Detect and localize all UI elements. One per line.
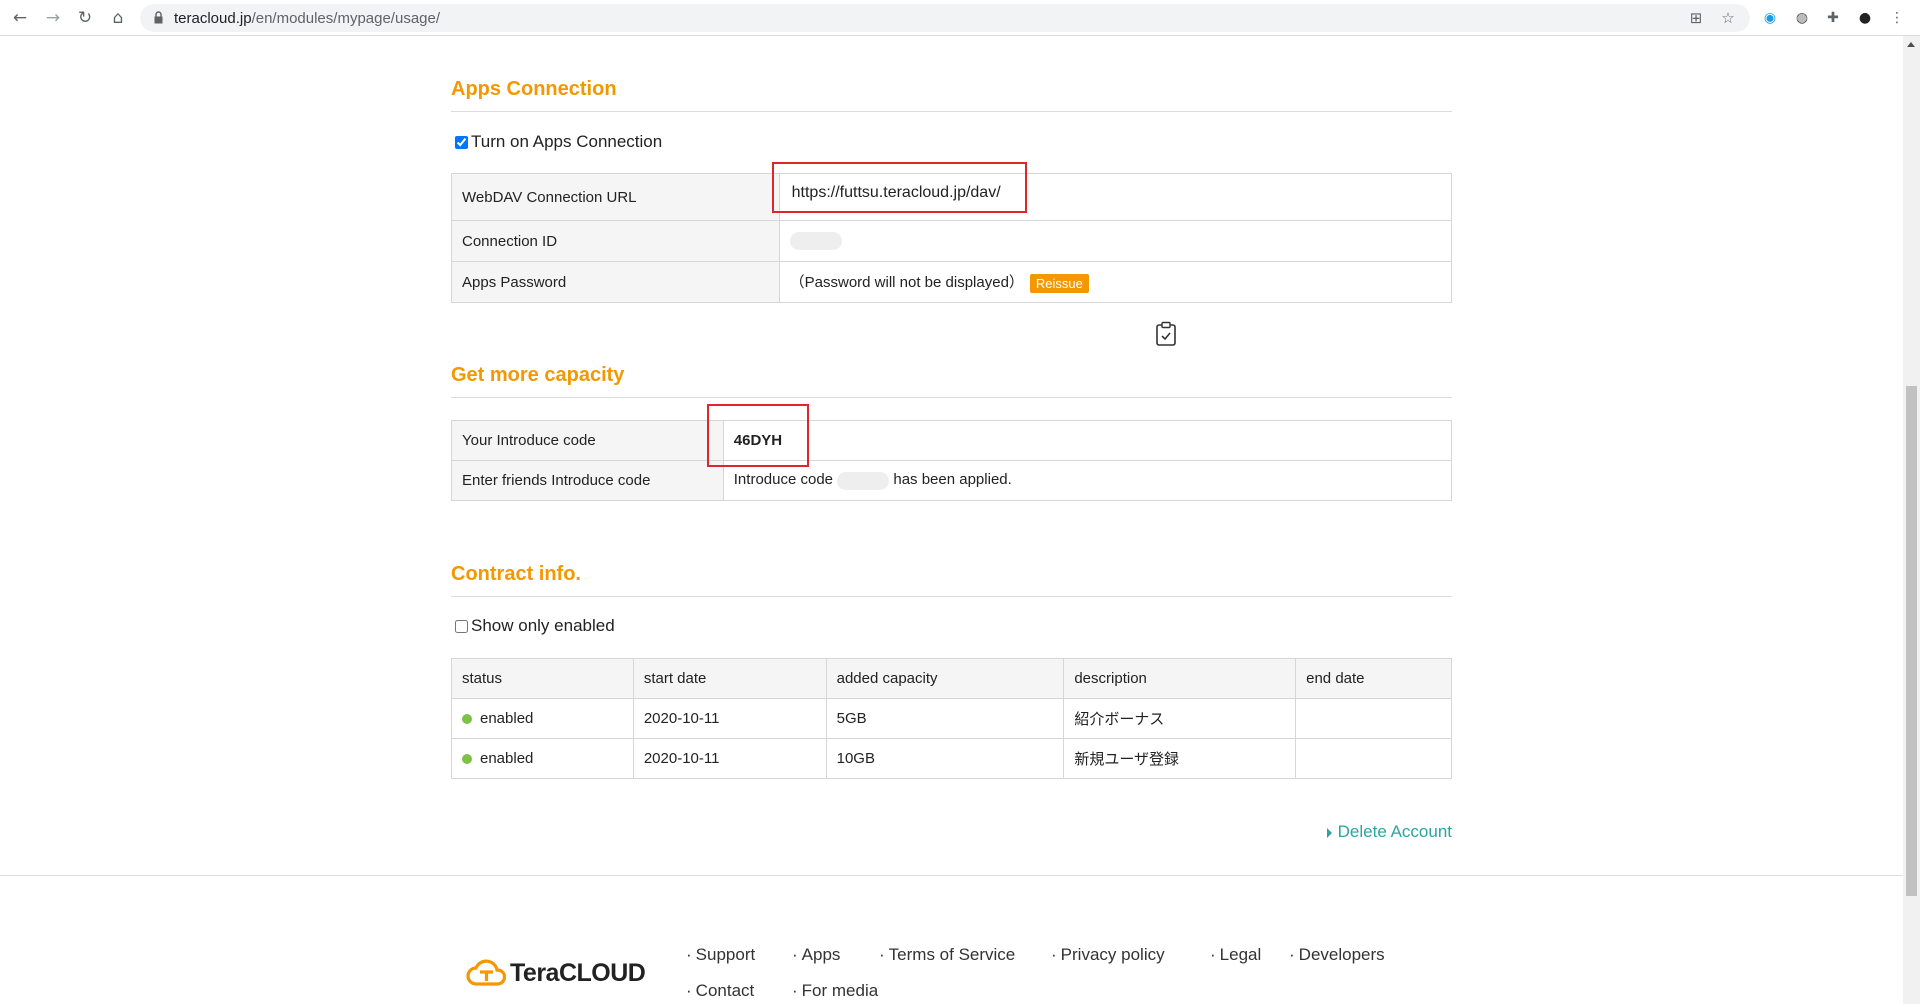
cloud-logo-icon <box>466 959 506 986</box>
redacted-friend-code <box>837 471 890 490</box>
apps-password-label: Apps Password <box>451 261 780 303</box>
page-scrollbar[interactable] <box>1903 36 1920 1004</box>
delete-account-label: Delete Account <box>1337 822 1452 841</box>
footer-link-label: Developers <box>1298 945 1385 964</box>
profile-avatar-icon[interactable]: ● <box>1855 8 1875 28</box>
capacity-table: Your Introduce code 46DYH Enter friends … <box>451 420 1453 501</box>
footer-link-terms[interactable]: · Terms of Service <box>879 945 1015 965</box>
footer-link-label: Support <box>695 945 756 964</box>
scroll-up-arrow-icon[interactable] <box>1907 42 1915 47</box>
column-header-status: status <box>451 658 634 699</box>
friends-code-label: Enter friends Introduce code <box>451 460 724 501</box>
extensions-puzzle-icon[interactable]: ✚ <box>1823 8 1843 28</box>
status-enabled-dot-icon <box>462 754 472 765</box>
footer-link-developers[interactable]: · Developers <box>1289 945 1385 965</box>
end-date-cell <box>1295 698 1452 739</box>
table-row: Enter friends Introduce code Introduce c… <box>451 460 1453 501</box>
introduce-code-label: Your Introduce code <box>451 420 724 461</box>
lock-icon <box>154 11 163 24</box>
table-row: Your Introduce code 46DYH <box>451 420 1453 461</box>
highlight-box-webdav-url <box>772 162 1027 213</box>
capacity-heading: Get more capacity <box>451 364 1452 398</box>
reload-icon[interactable]: ↻ <box>73 6 97 30</box>
apps-connection-checkbox[interactable] <box>455 135 468 149</box>
column-header-end-date: end date <box>1295 658 1452 699</box>
description-cell: 新規ユーザ登録 <box>1063 738 1297 779</box>
status-enabled-dot-icon <box>462 714 472 725</box>
status-cell: enabled <box>451 738 634 779</box>
show-only-enabled-label: Show only enabled <box>471 616 615 635</box>
bookmark-star-icon[interactable]: ☆ <box>1718 8 1738 28</box>
connection-id-label: Connection ID <box>451 220 780 262</box>
apps-password-value: （Password will not be displayed） <box>789 274 1024 292</box>
forward-icon[interactable]: → <box>41 6 65 30</box>
friends-code-prefix: Introduce code <box>733 471 834 489</box>
table-row: Apps Password （Password will not be disp… <box>451 261 1453 303</box>
added-capacity-cell: 5GB <box>825 698 1065 739</box>
contract-table: status start date added capacity descrip… <box>451 658 1452 779</box>
status-text: enabled <box>480 710 534 727</box>
status-cell: enabled <box>451 698 634 739</box>
table-header-row: status start date added capacity descrip… <box>451 658 1452 699</box>
contract-heading: Contract info. <box>451 563 1452 597</box>
footer-link-label: Apps <box>801 945 841 964</box>
footer-link-label: Terms of Service <box>888 945 1016 964</box>
footer-link-privacy[interactable]: · Privacy policy <box>1051 945 1165 965</box>
end-date-cell <box>1295 738 1452 779</box>
apps-connection-toggle[interactable]: Turn on Apps Connection <box>455 132 662 152</box>
back-icon[interactable]: ← <box>8 6 32 30</box>
browser-toolbar: ← → ↻ ⌂ teracloud.jp/en/modules/mypage/u… <box>0 0 1920 36</box>
extension-search-icon[interactable]: ◉ <box>1760 8 1780 28</box>
url-text: teracloud.jp/en/modules/mypage/usage/ <box>174 10 441 27</box>
friends-code-suffix: has been applied. <box>893 471 1012 489</box>
show-only-enabled-checkbox[interactable] <box>455 619 468 633</box>
scroll-thumb[interactable] <box>1906 386 1917 896</box>
footer-divider <box>0 875 1903 876</box>
apps-password-cell: （Password will not be displayed） Reissue <box>778 261 1453 303</box>
footer-link-apps[interactable]: · Apps <box>792 945 840 965</box>
footer-link-legal[interactable]: · Legal <box>1210 945 1261 965</box>
friends-code-cell: Introduce code has been applied. <box>722 460 1453 501</box>
footer-link-label: Privacy policy <box>1060 945 1165 964</box>
footer-link-contact[interactable]: · Contact <box>686 981 754 1001</box>
connection-id-value <box>778 220 1453 262</box>
home-icon[interactable]: ⌂ <box>106 6 130 30</box>
teracloud-logo[interactable]: TeraCLOUD <box>466 958 646 988</box>
table-row: Connection ID <box>451 220 1453 262</box>
redacted-connection-id <box>789 232 842 251</box>
footer-link-label: For media <box>801 981 879 1000</box>
delete-account-link[interactable]: Delete Account <box>1326 822 1452 842</box>
table-row: enabled 2020-10-11 10GB 新規ユーザ登録 <box>451 738 1452 779</box>
footer-link-for-media[interactable]: · For media <box>792 981 878 1001</box>
description-cell: 紹介ボーナス <box>1063 698 1297 739</box>
table-row: enabled 2020-10-11 5GB 紹介ボーナス <box>451 698 1452 739</box>
start-date-cell: 2020-10-11 <box>632 698 827 739</box>
apps-connection-toggle-label: Turn on Apps Connection <box>471 132 663 151</box>
webdav-url-label: WebDAV Connection URL <box>451 173 780 221</box>
address-bar[interactable]: teracloud.jp/en/modules/mypage/usage/ ⊞ … <box>140 4 1750 32</box>
apps-connection-heading: Apps Connection <box>451 78 1452 112</box>
reissue-button[interactable]: Reissue <box>1029 273 1089 293</box>
extension-globe-icon[interactable]: ◍ <box>1792 8 1812 28</box>
status-text: enabled <box>480 750 534 767</box>
added-capacity-cell: 10GB <box>825 738 1065 779</box>
column-header-start-date: start date <box>632 658 827 699</box>
column-header-description: description <box>1063 658 1297 699</box>
introduce-code-value: 46DYH <box>722 420 1453 461</box>
footer-link-support[interactable]: · Support <box>686 945 755 965</box>
logo-text: TeraCLOUD <box>510 958 646 987</box>
caret-right-icon <box>1326 827 1332 838</box>
show-only-enabled-toggle[interactable]: Show only enabled <box>455 616 615 636</box>
translate-icon[interactable]: ⊞ <box>1686 8 1706 28</box>
column-header-added-capacity: added capacity <box>825 658 1065 699</box>
highlight-box-introduce-code <box>707 404 809 467</box>
menu-kebab-icon[interactable]: ⋮ <box>1887 8 1907 28</box>
footer-link-label: Legal <box>1219 945 1262 964</box>
clipboard-copy-icon[interactable] <box>1155 321 1177 347</box>
footer-link-label: Contact <box>695 981 755 1000</box>
start-date-cell: 2020-10-11 <box>632 738 827 779</box>
